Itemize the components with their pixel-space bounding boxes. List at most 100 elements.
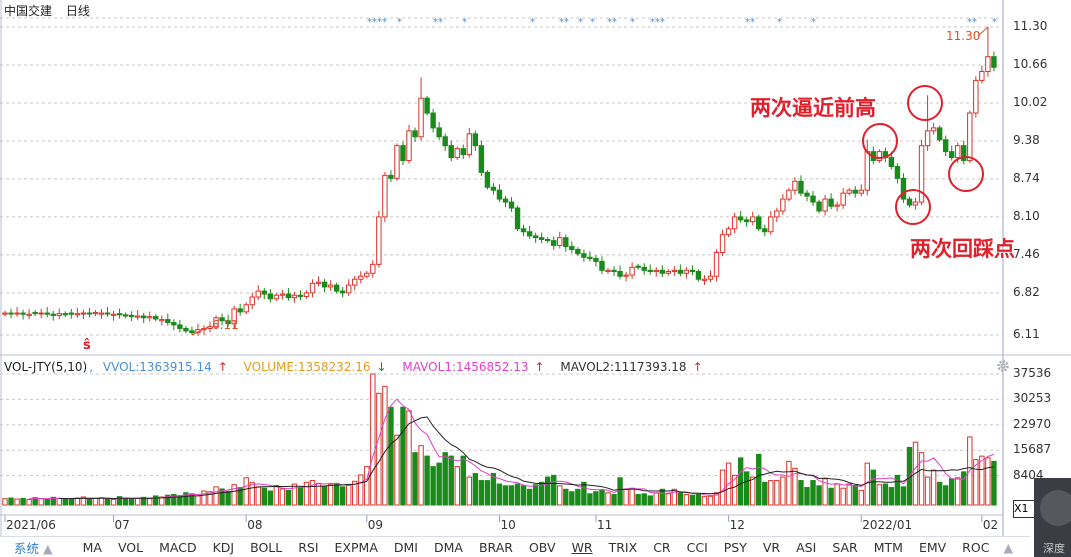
volume-bar	[557, 485, 563, 506]
tab-psy[interactable]: PSY	[716, 540, 755, 555]
candle-up	[134, 315, 141, 318]
volume-bar	[587, 493, 593, 506]
candle-down	[261, 290, 267, 295]
tab-dmi[interactable]: DMI	[386, 540, 426, 555]
volume-bar	[737, 457, 744, 506]
volume-bar	[418, 445, 424, 506]
tab-cr[interactable]: CR	[645, 540, 678, 555]
candle-down	[50, 313, 56, 316]
candle-down	[520, 228, 527, 233]
volume-bar	[840, 487, 846, 506]
stock-chart-window: 中国交建 日线 VOL-JTY(5,10), VVOL:1363915.14 ↑ …	[0, 0, 1071, 557]
tab-vol[interactable]: VOL	[110, 540, 151, 555]
tab-emv[interactable]: EMV	[911, 540, 954, 555]
volume-bar	[526, 488, 533, 506]
tab-brar[interactable]: BRAR	[471, 540, 521, 555]
volume-bar	[653, 492, 659, 506]
candle-down	[991, 56, 997, 68]
candle-down	[183, 327, 189, 332]
candle-down	[810, 195, 816, 203]
tab-rsi[interactable]: RSI	[290, 540, 326, 555]
volume-bar	[20, 497, 26, 506]
candle-down	[762, 228, 768, 233]
volume-bar	[599, 489, 605, 506]
volume-bar	[949, 478, 955, 506]
candle-up	[358, 275, 364, 280]
volume-bar	[532, 484, 539, 506]
signal-star: **	[433, 17, 443, 28]
signal-star: ***	[650, 17, 665, 28]
candle-up	[279, 293, 286, 296]
volume-bar	[780, 476, 786, 506]
volume-bar	[110, 498, 117, 506]
candle-down	[478, 145, 485, 173]
tab-wr[interactable]: WR	[564, 540, 601, 555]
signal-star: *	[777, 17, 782, 28]
volume-bar	[719, 469, 726, 506]
volume-bar	[454, 466, 460, 506]
candle-down	[388, 174, 394, 179]
volume-bar	[695, 494, 702, 506]
tab-macd[interactable]: MACD	[151, 540, 204, 555]
candle-down	[8, 312, 14, 315]
volume-bar	[750, 476, 756, 506]
tab-expma[interactable]: EXPMA	[327, 540, 386, 555]
volume-bar	[376, 392, 382, 506]
tab-roc[interactable]: ROC	[954, 540, 997, 555]
date-tick-label: 11	[596, 518, 613, 532]
candle-down	[424, 97, 430, 114]
tab-obv[interactable]: OBV	[521, 540, 564, 555]
tab-kdj[interactable]: KDJ	[205, 540, 243, 555]
volume-bar	[68, 498, 75, 506]
candle-up	[418, 97, 424, 138]
volume-bar	[870, 469, 877, 506]
volume-bar	[122, 497, 129, 506]
tab-boll[interactable]: BOLL	[242, 540, 290, 555]
candle-up	[955, 145, 961, 159]
volume-bar	[629, 487, 635, 506]
candle-up	[846, 189, 852, 194]
side-widget[interactable]: 深度	[1034, 478, 1071, 557]
tab-asi[interactable]: ASI	[788, 540, 824, 555]
volume-bar	[291, 483, 298, 506]
candle-up	[967, 112, 973, 162]
tab-system[interactable]: 系统 ▲	[0, 538, 75, 557]
signal-star: *	[397, 17, 402, 28]
candle-down	[165, 319, 171, 324]
candle-down	[153, 316, 159, 320]
candle-up	[671, 269, 678, 273]
tab-mtm[interactable]: MTM	[866, 540, 911, 555]
tab-cci[interactable]: CCI	[679, 540, 716, 555]
candle-up	[315, 281, 322, 284]
candle-down	[888, 157, 895, 167]
candle-up	[26, 313, 32, 316]
volume-bar	[635, 494, 641, 506]
candle-up	[346, 284, 352, 294]
volume-bar	[689, 494, 696, 506]
volume-bar	[394, 434, 400, 506]
gear-icon[interactable]	[996, 359, 1010, 373]
tab-trix[interactable]: TRIX	[601, 540, 646, 555]
volume-bar	[611, 494, 617, 506]
candle-up	[14, 312, 20, 315]
candle-down	[545, 238, 551, 242]
candle-down	[816, 201, 822, 212]
volume-tick-label: 30253	[1013, 391, 1052, 406]
tab-vr[interactable]: VR	[755, 540, 788, 555]
candle-down	[949, 151, 955, 159]
date-tick-label: 2021/06	[6, 518, 56, 532]
zoom-box[interactable]: X1	[1013, 500, 1035, 518]
tabs-scroll-up-icon[interactable]: ▲	[1003, 540, 1013, 555]
candle-down	[171, 322, 177, 326]
signal-mark: ŝ	[83, 338, 91, 353]
candle-up	[768, 216, 774, 233]
volume-bar	[605, 492, 611, 506]
tab-dma[interactable]: DMA	[426, 540, 471, 555]
candle-up	[731, 216, 738, 230]
tab-ma[interactable]: MA	[75, 540, 110, 555]
volume-bar	[74, 497, 81, 506]
chart-canvas[interactable]	[0, 0, 1071, 557]
candle-up	[979, 71, 985, 81]
candle-up	[912, 201, 919, 206]
tab-sar[interactable]: SAR	[824, 540, 865, 555]
